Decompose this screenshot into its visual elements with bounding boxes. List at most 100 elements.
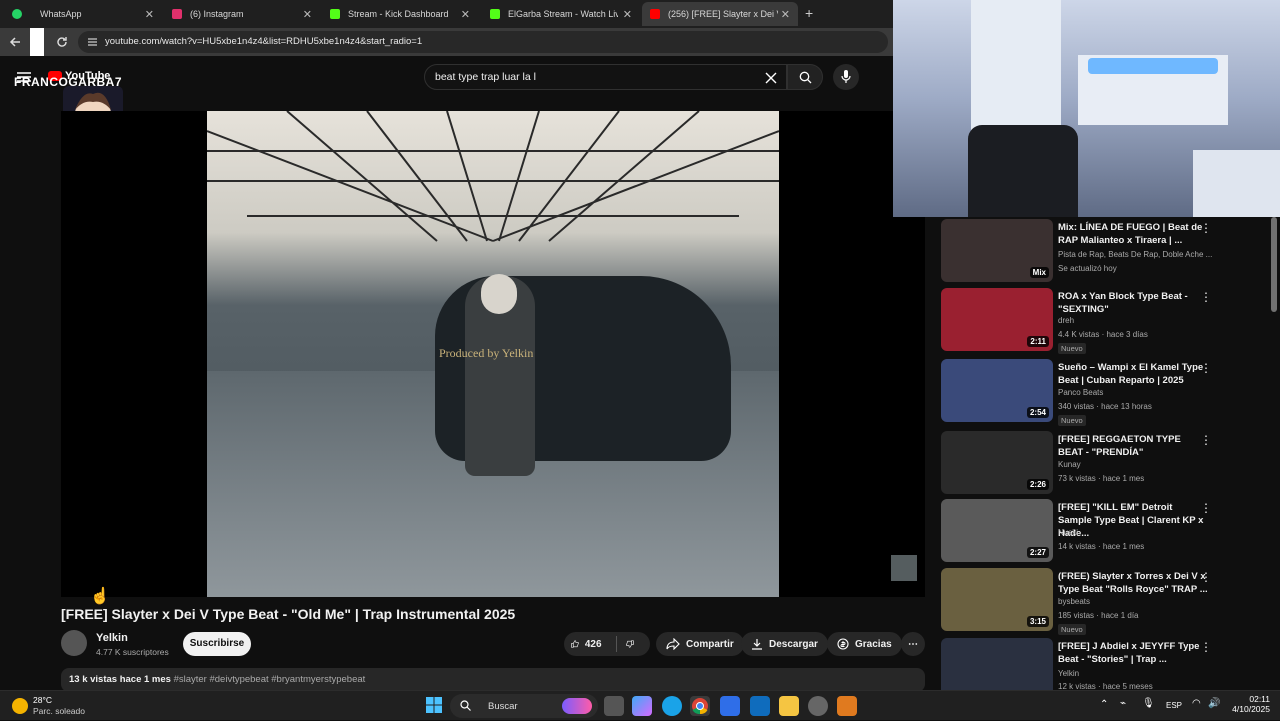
volume-icon[interactable]: 🔊	[1208, 698, 1220, 709]
more-vertical-icon[interactable]: ⋮	[1200, 290, 1212, 304]
channel-name[interactable]: Yelkin	[96, 632, 128, 644]
tab-kick-dashboard[interactable]: Stream - Kick Dashboard ✕	[322, 2, 478, 26]
recommendation-item[interactable]: 2:27 [FREE] "KILL EM" Detroit Sample Typ…	[941, 499, 1212, 563]
video-thumbnail[interactable]	[941, 638, 1053, 690]
instagram-icon	[172, 9, 182, 19]
recommendation-title[interactable]: ROA x Yan Block Type Beat - "SEXTING"	[1058, 290, 1208, 316]
subscribe-button[interactable]: Suscribirse	[183, 632, 251, 656]
recommendation-title[interactable]: (FREE) Slayter x Torres x Dei V x Type B…	[1058, 570, 1208, 596]
recommendation-item[interactable]: 2:54 Sueño – Wampi x El Kamel Type Beat …	[941, 359, 1212, 426]
chrome-icon-active[interactable]	[690, 696, 710, 716]
taskbar-search[interactable]: Buscar	[450, 694, 598, 718]
video-thumbnail[interactable]: 2:26	[941, 431, 1053, 494]
weather-sun-icon[interactable]	[12, 698, 28, 714]
network-icon[interactable]: ⌁	[1120, 698, 1126, 709]
recommendation-item[interactable]: 3:15 (FREE) Slayter x Torres x Dei V x T…	[941, 568, 1212, 635]
app-icon-orange[interactable]	[837, 696, 857, 716]
thumbs-down-icon[interactable]	[626, 637, 634, 651]
search-button[interactable]	[787, 64, 823, 90]
weather-description[interactable]: Parc. soleado	[33, 706, 85, 716]
hashtags[interactable]: #slayter #deivtypebeat #bryantmyerstypeb…	[174, 674, 366, 685]
thumbs-up-icon[interactable]	[571, 637, 579, 651]
whatsapp-icon	[12, 9, 22, 19]
copilot-icon[interactable]	[632, 696, 652, 716]
download-button[interactable]: Descargar	[741, 632, 828, 656]
tab-label: ElGarba Stream - Watch Live o	[508, 9, 618, 19]
windows-start-icon[interactable]	[425, 696, 445, 716]
recommendation-item[interactable]: Mix Mix: LÍNEA DE FUEGO | Beat de RAP Ma…	[941, 219, 1212, 283]
recommendation-title[interactable]: [FREE] REGGAETON TYPE BEAT - "PRENDÍA"	[1058, 433, 1208, 459]
miniplayer-thumbnail[interactable]	[891, 555, 917, 581]
close-tab-icon[interactable]: ✕	[303, 8, 312, 21]
video-thumbnail[interactable]: 2:27	[941, 499, 1053, 562]
recommendation-channel: Yelkin	[1058, 669, 1080, 678]
tab-label: (256) [FREE] Slayter x Dei V Typ	[668, 9, 778, 19]
tab-instagram[interactable]: (6) Instagram ✕	[164, 2, 320, 26]
clear-search-icon[interactable]	[765, 72, 777, 84]
video-thumbnail[interactable]: Mix	[941, 219, 1053, 282]
recommendation-title[interactable]: [FREE] J Abdiel x JEYYFF Type Beat - "St…	[1058, 640, 1208, 666]
reload-icon[interactable]	[56, 36, 68, 48]
kick-icon	[490, 9, 500, 19]
video-thumbnail[interactable]: 2:11	[941, 288, 1053, 351]
more-vertical-icon[interactable]: ⋮	[1200, 640, 1211, 654]
sneakers-graphic	[1088, 58, 1218, 74]
close-tab-icon[interactable]: ✕	[623, 8, 632, 21]
store-icon[interactable]	[720, 696, 740, 716]
task-view-icon[interactable]	[604, 696, 624, 716]
search-input[interactable]: beat type trap luar la l	[424, 64, 787, 90]
outlook-icon[interactable]	[750, 696, 770, 716]
tab-elgarba-stream[interactable]: ElGarba Stream - Watch Live o ✕	[482, 2, 640, 26]
more-vertical-icon[interactable]: ⋮	[1200, 570, 1212, 584]
close-tab-icon[interactable]: ✕	[461, 8, 470, 21]
recommendation-title[interactable]: Mix: LÍNEA DE FUEGO | Beat de RAP Malian…	[1058, 221, 1208, 247]
app-icon[interactable]	[808, 696, 828, 716]
recommendation-channel: bysbeats	[1058, 597, 1091, 606]
microphone-tray-icon[interactable]: 🎙	[1142, 698, 1155, 709]
more-vertical-icon[interactable]: ⋮	[1200, 433, 1212, 447]
channel-avatar[interactable]	[61, 630, 87, 656]
file-explorer-icon[interactable]	[779, 696, 799, 716]
close-tab-icon[interactable]: ✕	[145, 8, 154, 21]
like-count[interactable]: 426	[585, 639, 602, 650]
edge-icon[interactable]	[662, 696, 682, 716]
system-clock[interactable]: 02:11 4/10/2025	[1226, 694, 1270, 714]
description-box[interactable]: 13 k vistas hace 1 mes #slayter #deivtyp…	[61, 668, 925, 692]
windows-taskbar: 28°C Parc. soleado Buscar ⌃ ⌁ 🎙 ESP ◠ 🔊 …	[0, 690, 1280, 720]
more-actions-button[interactable]: ⋯	[901, 632, 925, 656]
recommendation-channel: dreh	[1058, 316, 1075, 325]
more-vertical-icon[interactable]: ⋮	[1200, 361, 1212, 375]
close-tab-icon[interactable]: ✕	[781, 8, 790, 21]
recommendation-meta: 12 k vistas · hace 5 meses	[1058, 682, 1153, 690]
chevron-up-icon[interactable]: ⌃	[1100, 699, 1108, 710]
temperature[interactable]: 28°C	[33, 695, 52, 705]
site-info-icon[interactable]	[87, 37, 98, 47]
address-bar[interactable]: youtube.com/watch?v=HU5xbe1n4z4&list=RDH…	[78, 31, 888, 53]
recommendation-title[interactable]: Sueño – Wampi x El Kamel Type Beat | Cub…	[1058, 361, 1208, 387]
share-button[interactable]: Compartir	[656, 632, 744, 656]
more-vertical-icon[interactable]: ⋮	[1200, 501, 1212, 515]
voice-search-button[interactable]	[833, 64, 859, 90]
tab-youtube-active[interactable]: (256) [FREE] Slayter x Dei V Typ ✕	[642, 2, 798, 26]
back-arrow-icon[interactable]	[9, 36, 21, 48]
wifi-icon[interactable]: ◠	[1192, 698, 1201, 709]
recommendation-item[interactable]: 2:26 [FREE] REGGAETON TYPE BEAT - "PREND…	[941, 431, 1212, 495]
video-thumbnail[interactable]: 3:15	[941, 568, 1053, 631]
thanks-button[interactable]: Gracias	[827, 632, 902, 656]
kick-icon	[330, 9, 340, 19]
url-text: youtube.com/watch?v=HU5xbe1n4z4&list=RDH…	[105, 36, 423, 47]
tab-whatsapp[interactable]: WhatsApp ✕	[4, 2, 162, 26]
video-player[interactable]: Produced by Yelkin	[61, 111, 925, 597]
video-thumbnail[interactable]: 2:54	[941, 359, 1053, 422]
new-tab-button[interactable]: +	[805, 5, 813, 21]
youtube-icon	[650, 9, 660, 19]
scrollbar-thumb[interactable]	[1271, 217, 1277, 312]
recommendation-item[interactable]: 2:11 ROA x Yan Block Type Beat - "SEXTIN…	[941, 288, 1212, 354]
more-vertical-icon[interactable]: ⋮	[1200, 221, 1212, 235]
recommendation-title[interactable]: [FREE] "KILL EM" Detroit Sample Type Bea…	[1058, 501, 1208, 540]
bed-graphic	[1193, 150, 1280, 217]
input-language[interactable]: ESP	[1166, 701, 1182, 710]
heart-dollar-icon	[837, 638, 849, 650]
recommendation-item[interactable]: [FREE] J Abdiel x JEYYFF Type Beat - "St…	[941, 638, 1211, 690]
mix-badge: Mix	[1029, 267, 1049, 278]
